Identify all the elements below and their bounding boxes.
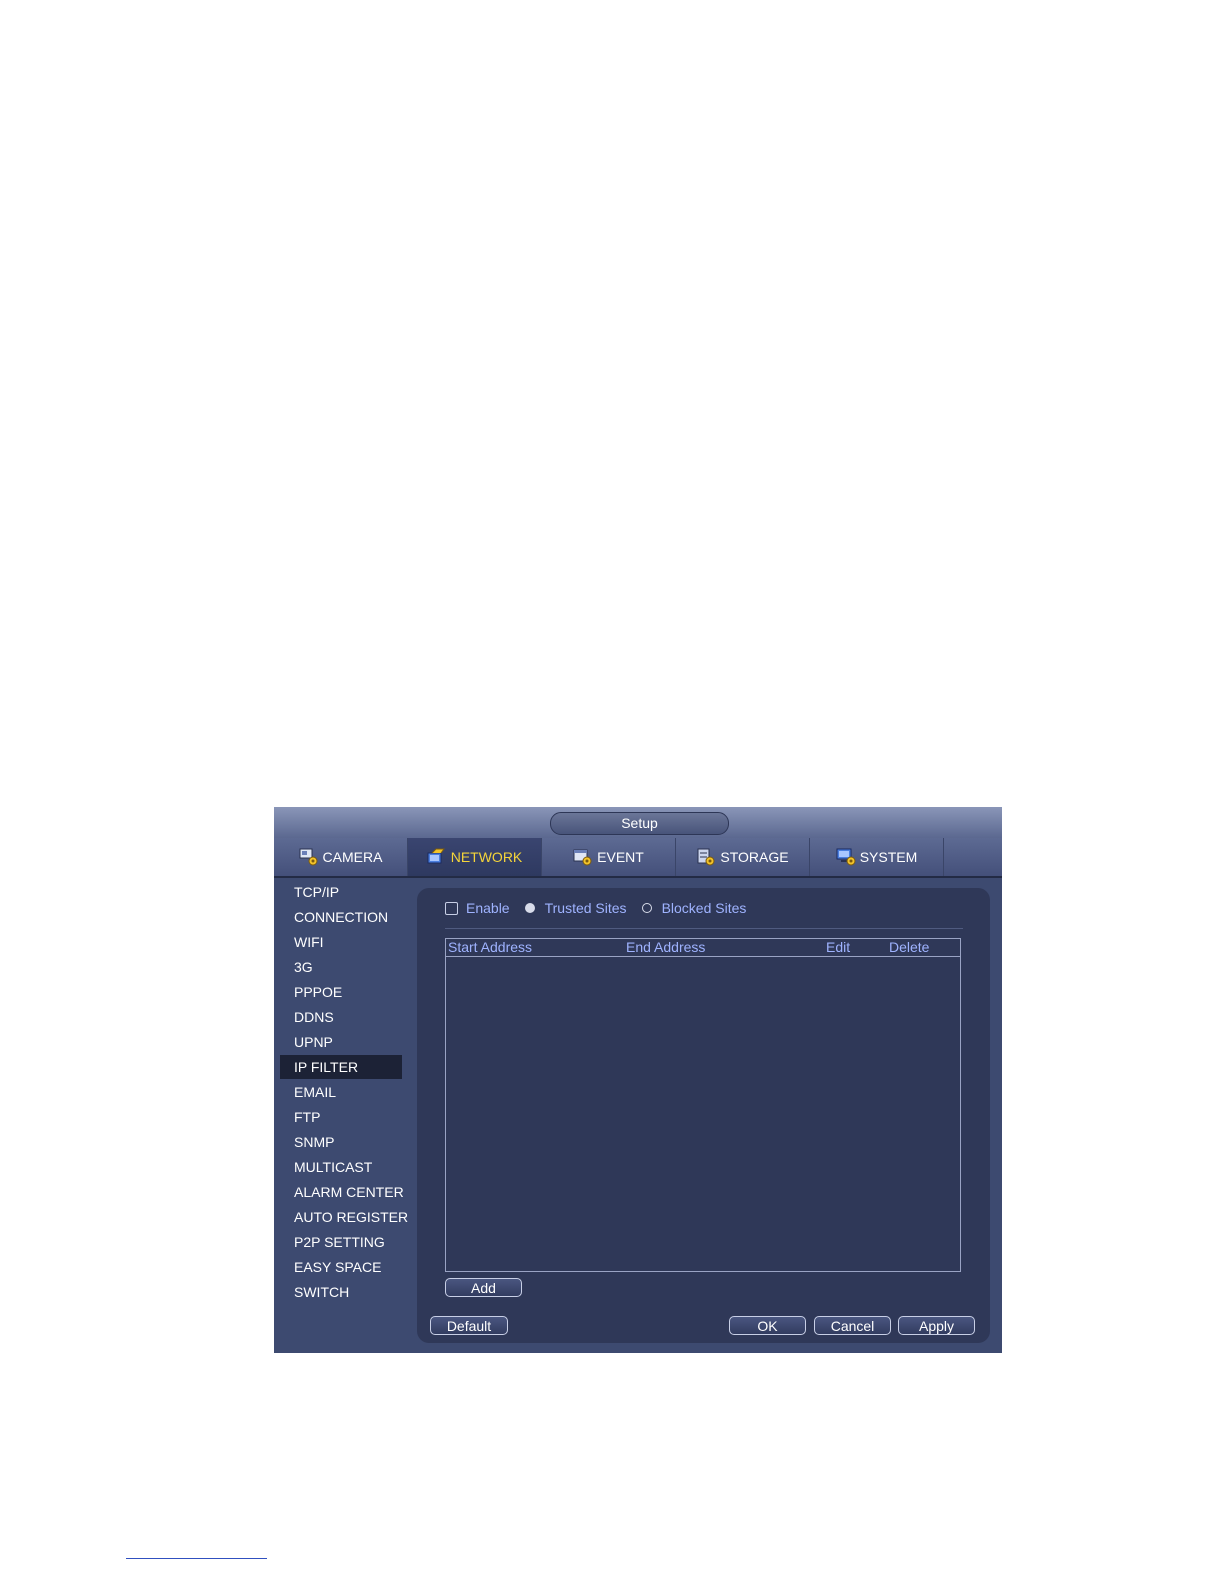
main-tab-bar: CAMERA NETWORK EVENT STORAGE SYSTEM	[274, 838, 1002, 878]
title-bar: Setup	[274, 807, 1002, 838]
sidebar-item-snmp[interactable]: SNMP	[280, 1130, 402, 1154]
sidebar-item-switch[interactable]: SWITCH	[280, 1280, 402, 1304]
tab-camera[interactable]: CAMERA	[274, 838, 408, 876]
sidebar-item-wifi[interactable]: WIFI	[280, 930, 402, 954]
setup-window: Setup CAMERA NETWORK EVENT STORAGE SYSTE…	[274, 807, 1002, 1353]
ip-filter-panel: Enable Trusted Sites Blocked Sites Start…	[417, 888, 990, 1343]
filter-options-row: Enable Trusted Sites Blocked Sites	[445, 899, 746, 917]
ok-button[interactable]: OK	[729, 1316, 806, 1335]
ip-filter-table: Start Address End Address Edit Delete	[445, 938, 961, 1272]
sidebar-item-auto-register[interactable]: AUTO REGISTER	[280, 1205, 408, 1229]
sidebar-item-ddns[interactable]: DDNS	[280, 1005, 402, 1029]
tab-storage[interactable]: STORAGE	[676, 838, 810, 876]
tab-event[interactable]: EVENT	[542, 838, 676, 876]
network-settings-icon	[427, 848, 447, 866]
options-divider	[445, 928, 963, 929]
sidebar-item-alarm-center[interactable]: ALARM CENTER	[280, 1180, 404, 1204]
tab-event-label: EVENT	[597, 849, 644, 865]
tab-system-label: SYSTEM	[859, 849, 918, 865]
sidebar-item-3g[interactable]: 3G	[280, 955, 402, 979]
column-start-address: Start Address	[448, 939, 533, 955]
enable-label: Enable	[466, 900, 510, 916]
sidebar-item-upnp[interactable]: UPNP	[280, 1030, 402, 1054]
sidebar-item-easy-space[interactable]: EASY SPACE	[280, 1255, 402, 1279]
tab-camera-label: CAMERA	[322, 849, 383, 865]
camera-settings-icon	[299, 848, 319, 866]
window-title: Setup	[550, 812, 729, 835]
sidebar-item-p2p-setting[interactable]: P2P SETTING	[280, 1230, 402, 1254]
column-delete: Delete	[889, 939, 930, 955]
sidebar-item-connection[interactable]: CONNECTION	[280, 905, 402, 929]
system-settings-icon	[836, 848, 856, 866]
tab-storage-label: STORAGE	[720, 849, 789, 865]
footer-rule	[126, 1558, 267, 1559]
event-settings-icon	[573, 848, 593, 866]
sidebar-item-multicast[interactable]: MULTICAST	[280, 1155, 402, 1179]
tab-system[interactable]: SYSTEM	[810, 838, 944, 876]
document-page: Setup CAMERA NETWORK EVENT STORAGE SYSTE…	[0, 0, 1224, 1584]
storage-settings-icon	[696, 848, 716, 866]
add-button[interactable]: Add	[445, 1278, 522, 1297]
tab-network-label: NETWORK	[450, 849, 523, 865]
sidebar-item-pppoe[interactable]: PPPOE	[280, 980, 402, 1004]
apply-button[interactable]: Apply	[898, 1316, 975, 1335]
blocked-sites-label: Blocked Sites	[661, 900, 747, 916]
trusted-sites-label: Trusted Sites	[544, 900, 627, 916]
default-button[interactable]: Default	[430, 1316, 508, 1335]
cancel-button[interactable]: Cancel	[814, 1316, 891, 1335]
column-edit: Edit	[826, 939, 851, 955]
sidebar-item-email[interactable]: EMAIL	[280, 1080, 402, 1104]
sidebar-item-tcpip[interactable]: TCP/IP	[280, 880, 402, 904]
column-end-address: End Address	[626, 939, 706, 955]
sidebar-item-ip-filter[interactable]: IP FILTER	[280, 1055, 402, 1079]
blocked-sites-radio[interactable]	[641, 903, 652, 913]
trusted-sites-radio[interactable]	[524, 903, 535, 913]
table-header: Start Address End Address Edit Delete	[446, 939, 960, 957]
network-sidebar: TCP/IP CONNECTION WIFI 3G PPPOE DDNS UPN…	[274, 878, 414, 1353]
sidebar-item-ftp[interactable]: FTP	[280, 1105, 402, 1129]
tab-network[interactable]: NETWORK	[408, 838, 542, 876]
enable-checkbox[interactable]	[445, 901, 458, 915]
